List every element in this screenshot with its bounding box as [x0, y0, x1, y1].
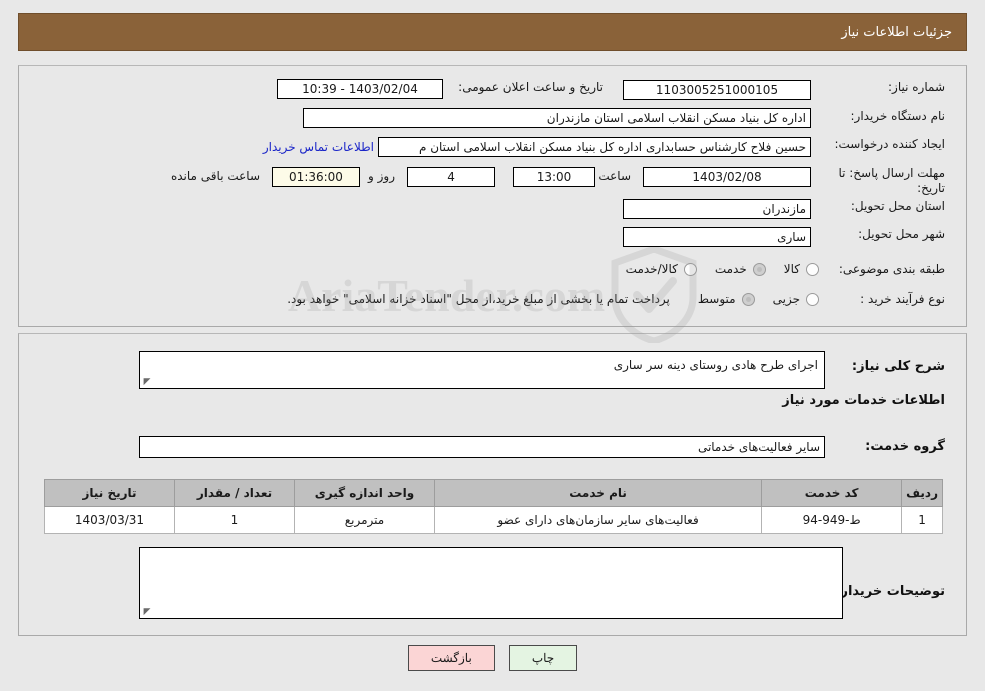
service-group-label: گروه خدمت: [865, 439, 945, 454]
announce-date-value: 1403/02/04 - 10:39 [277, 79, 443, 99]
need-number-value: 1103005251000105 [623, 80, 811, 100]
process-option-minor[interactable]: جزیی [773, 292, 819, 306]
buyer-org-label: نام دستگاه خریدار: [850, 109, 946, 123]
cell-quantity: 1 [174, 506, 295, 534]
cell-service-code: ط-949-94 [761, 506, 903, 534]
creator-label: ایجاد کننده درخواست: [834, 137, 945, 151]
buyer-org-row: نام دستگاه خریدار: [815, 109, 946, 123]
creator-value: حسین فلاح کارشناس حسابداری اداره کل بنیا… [378, 137, 811, 157]
services-table: ردیف کد خدمت نام خدمت واحد اندازه گیری ت… [44, 479, 943, 534]
process-option-medium-label: متوسط [697, 292, 736, 306]
need-info-panel [18, 65, 967, 327]
page-header: جزئیات اطلاعات نیاز [18, 13, 967, 51]
col-service-name: نام خدمت [433, 479, 763, 507]
process-option-medium[interactable]: متوسط [698, 292, 755, 306]
process-radio-group: جزیی متوسط [680, 292, 819, 306]
col-service-code: کد خدمت [761, 479, 903, 507]
back-button[interactable]: بازگشت [407, 645, 495, 671]
days-remaining-label: روز و [368, 169, 395, 183]
col-unit: واحد اندازه گیری [294, 479, 435, 507]
footer-actions: چاپ بازگشت [0, 645, 985, 671]
province-row: استان محل تحویل: [825, 199, 945, 213]
buyer-notes-value [140, 548, 842, 556]
payment-note: پرداخت تمام یا بخشی از مبلغ خرید،از محل … [287, 292, 670, 306]
table-row: 1 ط-949-94 فعالیت‌های سایر سازمان‌های دا… [44, 506, 943, 534]
deadline-hour-label: ساعت [598, 169, 631, 183]
category-option-service-label: خدمت [714, 262, 747, 276]
announce-label-row: تاریخ و ساعت اعلان عمومی: [458, 80, 603, 94]
cell-index: 1 [901, 506, 943, 534]
page-title: جزئیات اطلاعات نیاز [841, 24, 952, 40]
days-remaining-value: 4 [407, 167, 495, 187]
category-option-goods-label: کالا [783, 262, 800, 276]
cell-unit: مترمربع [294, 506, 435, 534]
page-root: AriaTender.com جزئیات اطلاعات نیاز شماره… [0, 0, 985, 691]
general-desc-value: اجرای طرح هادی روستای دینه سر ساری [613, 358, 818, 372]
radio-icon[interactable] [752, 262, 766, 276]
deadline-date-value: 1403/02/08 [643, 167, 811, 187]
services-table-wrapper: ردیف کد خدمت نام خدمت واحد اندازه گیری ت… [44, 479, 943, 534]
province-value: مازندران [623, 199, 811, 219]
radio-icon[interactable] [683, 262, 697, 276]
creator-row: ایجاد کننده درخواست: [815, 137, 945, 151]
radio-icon[interactable] [741, 292, 755, 306]
remaining-suffix-label: ساعت باقی مانده [170, 169, 260, 183]
general-desc-label: شرح کلی نیاز: [851, 359, 945, 374]
need-number-row: شماره نیاز: [833, 80, 945, 94]
services-heading: اطلاعات خدمات مورد نیاز [782, 393, 945, 408]
resize-grip-icon[interactable]: ◥ [142, 377, 152, 387]
buyer-org-value: اداره کل بنیاد مسکن انقلاب اسلامی استان … [303, 108, 811, 128]
category-option-service[interactable]: خدمت [715, 262, 766, 276]
buyer-contact-link[interactable]: اطلاعات تماس خریدار [263, 140, 374, 154]
deadline-label: مهلت ارسال پاسخ: تا تاریخ: [838, 166, 945, 195]
general-desc-textarea[interactable]: اجرای طرح هادی روستای دینه سر ساری ◥ [139, 351, 825, 389]
announce-date-label: تاریخ و ساعت اعلان عمومی: [458, 80, 603, 94]
deadline-row: مهلت ارسال پاسخ: تا تاریخ: [825, 166, 945, 196]
buyer-notes-label: توضیحات خریدار: [835, 584, 945, 599]
category-option-goods-service-label: کالا/خدمت [625, 262, 678, 276]
service-group-value: سایر فعالیت‌های خدماتی [139, 436, 825, 458]
radio-icon[interactable] [806, 292, 819, 306]
col-index: ردیف [901, 479, 943, 507]
process-option-minor-label: جزیی [772, 292, 800, 306]
col-quantity: تعداد / مقدار [174, 479, 295, 507]
category-option-goods-service[interactable]: کالا/خدمت [626, 262, 697, 276]
city-label: شهر محل تحویل: [858, 227, 945, 241]
process-row: نوع فرآیند خرید : جزیی متوسط پرداخت تمام… [287, 292, 945, 306]
time-remaining-value: 01:36:00 [272, 167, 360, 187]
city-value: ساری [623, 227, 811, 247]
col-need-date: تاریخ نیاز [44, 479, 175, 507]
process-label: نوع فرآیند خرید : [860, 292, 945, 306]
category-option-goods[interactable]: کالا [784, 262, 819, 276]
radio-icon[interactable] [806, 262, 819, 276]
print-button[interactable]: چاپ [508, 645, 578, 671]
table-header-row: ردیف کد خدمت نام خدمت واحد اندازه گیری ت… [44, 479, 943, 507]
city-row: شهر محل تحویل: [825, 227, 945, 241]
cell-service-name: فعالیت‌های سایر سازمان‌های دارای عضو [433, 506, 763, 534]
cell-need-date: 1403/03/31 [44, 506, 175, 534]
category-radio-group: کالا خدمت کالا/خدمت [608, 262, 819, 276]
category-row: طبقه بندی موضوعی: کالا خدمت کالا/خدمت [608, 262, 945, 276]
buyer-notes-textarea[interactable]: ◥ [139, 547, 843, 619]
need-number-label: شماره نیاز: [888, 80, 945, 94]
province-label: استان محل تحویل: [850, 199, 945, 213]
deadline-hour-value: 13:00 [513, 167, 595, 187]
resize-grip-icon[interactable]: ◥ [142, 607, 152, 617]
category-label: طبقه بندی موضوعی: [838, 262, 945, 276]
